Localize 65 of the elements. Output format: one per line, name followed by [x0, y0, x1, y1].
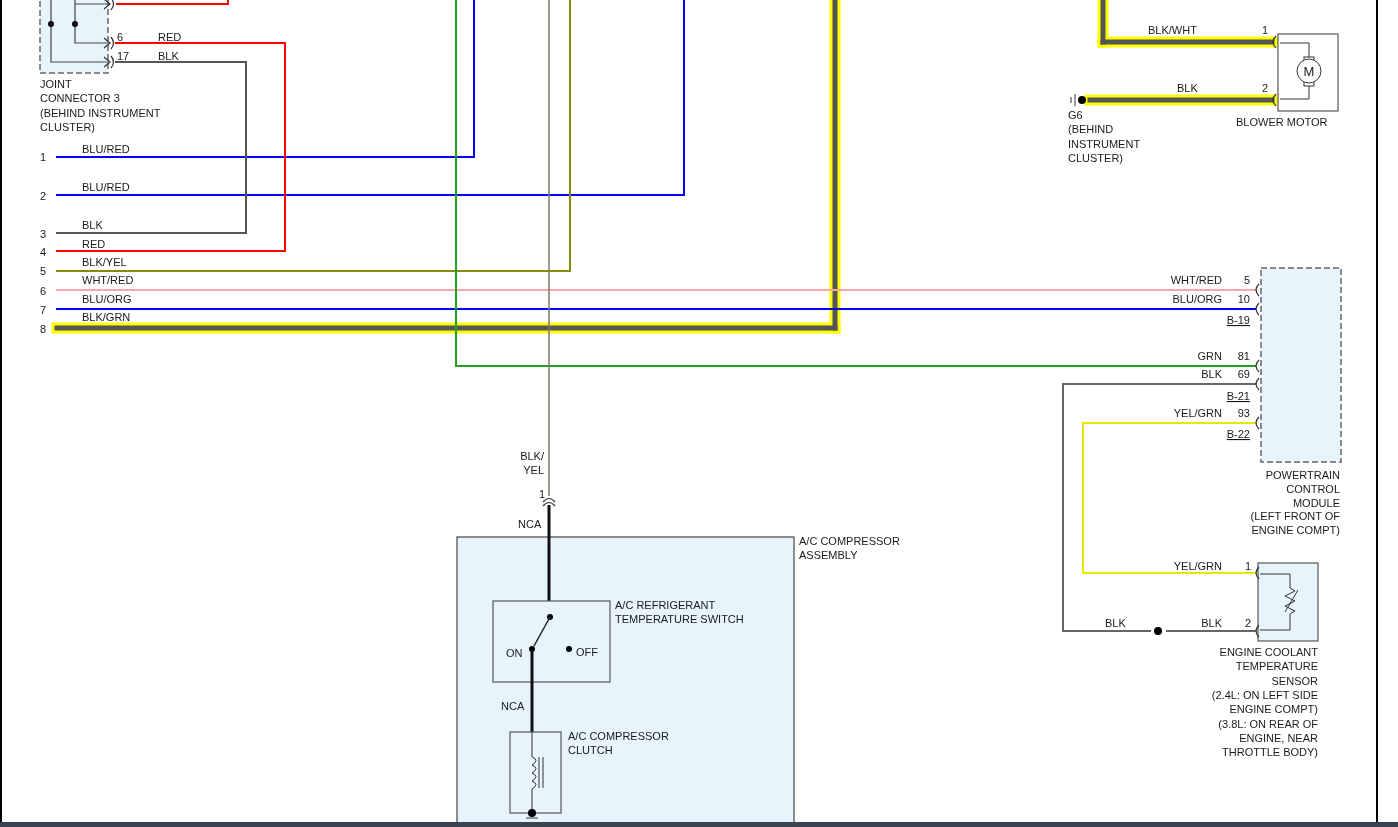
pin-number: 5: [1243, 274, 1250, 286]
switch-label: ON: [506, 647, 523, 659]
wire-label: NCA: [518, 518, 542, 530]
wire-label: BLU/RED: [82, 181, 130, 193]
wire-label: BLK: [1105, 617, 1126, 629]
pin-number: 2: [1244, 617, 1251, 629]
pin-socket-icon: [1255, 283, 1260, 297]
pin-number: 6: [40, 285, 47, 297]
wire-label: RED: [82, 238, 106, 250]
ground-label: G6 (BEHIND INSTRUMENT CLUSTER): [1068, 109, 1141, 164]
pin-number: 17: [117, 50, 130, 62]
pin-number: 1: [1244, 560, 1251, 572]
wire-label: BLK/YEL: [82, 256, 127, 268]
switch-label: OFF: [576, 646, 598, 658]
wire-label: BLK: [1201, 368, 1222, 380]
pin-number: 3: [40, 228, 47, 240]
wire-label: GRN: [1197, 350, 1222, 362]
component-label: A/C REFRIGERANT TEMPERATURE SWITCH: [615, 599, 744, 626]
wire-label: RED: [158, 31, 182, 43]
component-label: A/C COMPRESSOR ASSEMBLY: [799, 535, 900, 562]
wire-label: YEL/GRN: [1173, 560, 1222, 572]
pin-number: 6: [117, 31, 124, 43]
pin-number: 2: [1261, 82, 1268, 94]
wire-label: BLK/GRN: [82, 311, 131, 323]
pin-number: 1: [538, 488, 545, 500]
pin-number: 93: [1237, 407, 1250, 419]
pin-number: 7: [40, 304, 47, 316]
component-label: POWERTRAIN CONTROL MODULE (LEFT FRONT OF ENGINE COMPT): [1250, 469, 1340, 537]
component-label: BLOWER MOTOR: [1236, 116, 1328, 128]
pin-number: 5: [40, 265, 47, 277]
wire-label: BLK: [158, 50, 179, 62]
pin-number: 1: [1261, 24, 1268, 36]
wire-label: WHT/RED: [1170, 274, 1222, 286]
motor-symbol: M: [1303, 64, 1315, 79]
pin-socket-icon: [1255, 377, 1260, 391]
connector-id: B-21: [1226, 390, 1250, 402]
connector-icon: [542, 497, 556, 507]
connector-id: B-19: [1226, 314, 1250, 326]
wire-label: BLK/WHT: [1148, 24, 1197, 36]
component-label: A/C COMPRESSOR CLUTCH: [568, 730, 669, 757]
wire-label: BLK: [1177, 82, 1198, 94]
wire-label: NCA: [501, 700, 525, 712]
pin-number: 69: [1237, 368, 1250, 380]
connector-id: B-22: [1226, 428, 1250, 440]
wire-label: BLK/ YEL: [520, 450, 544, 477]
pin-number: 4: [40, 246, 47, 258]
pin-socket-icon: [1255, 416, 1260, 430]
component-label: ENGINE COOLANT TEMPERATURE SENSOR (2.4L: ON LEFT SIDE ENGINE COMPT) (3.8L: ON REAR OF ENGINE, NEAR THROTTLE BODY): [1211, 646, 1318, 759]
wire-label: YEL/GRN: [1173, 407, 1222, 419]
pin-socket-icon: [1255, 359, 1260, 373]
wire-label: BLK: [82, 219, 103, 231]
pin-socket-icon: [1255, 302, 1260, 316]
pin-number: 2: [40, 190, 47, 202]
wire-label: BLU/ORG: [1172, 293, 1222, 305]
wire-label: BLU/RED: [82, 143, 130, 155]
pin-number: 1: [40, 151, 47, 163]
pin-number: 81: [1237, 350, 1250, 362]
pin-number: 8: [40, 323, 47, 335]
splice-dot: [1154, 627, 1162, 635]
wire-label: BLU/ORG: [82, 293, 132, 305]
pin-number: 10: [1237, 293, 1250, 305]
component-label: JOINT CONNECTOR 3 (BEHIND INSTRUMENT CLUSTER): [40, 78, 161, 133]
wire-label: WHT/RED: [82, 274, 134, 286]
ground-icon: [1070, 93, 1086, 107]
wire-label: BLK: [1201, 617, 1222, 629]
